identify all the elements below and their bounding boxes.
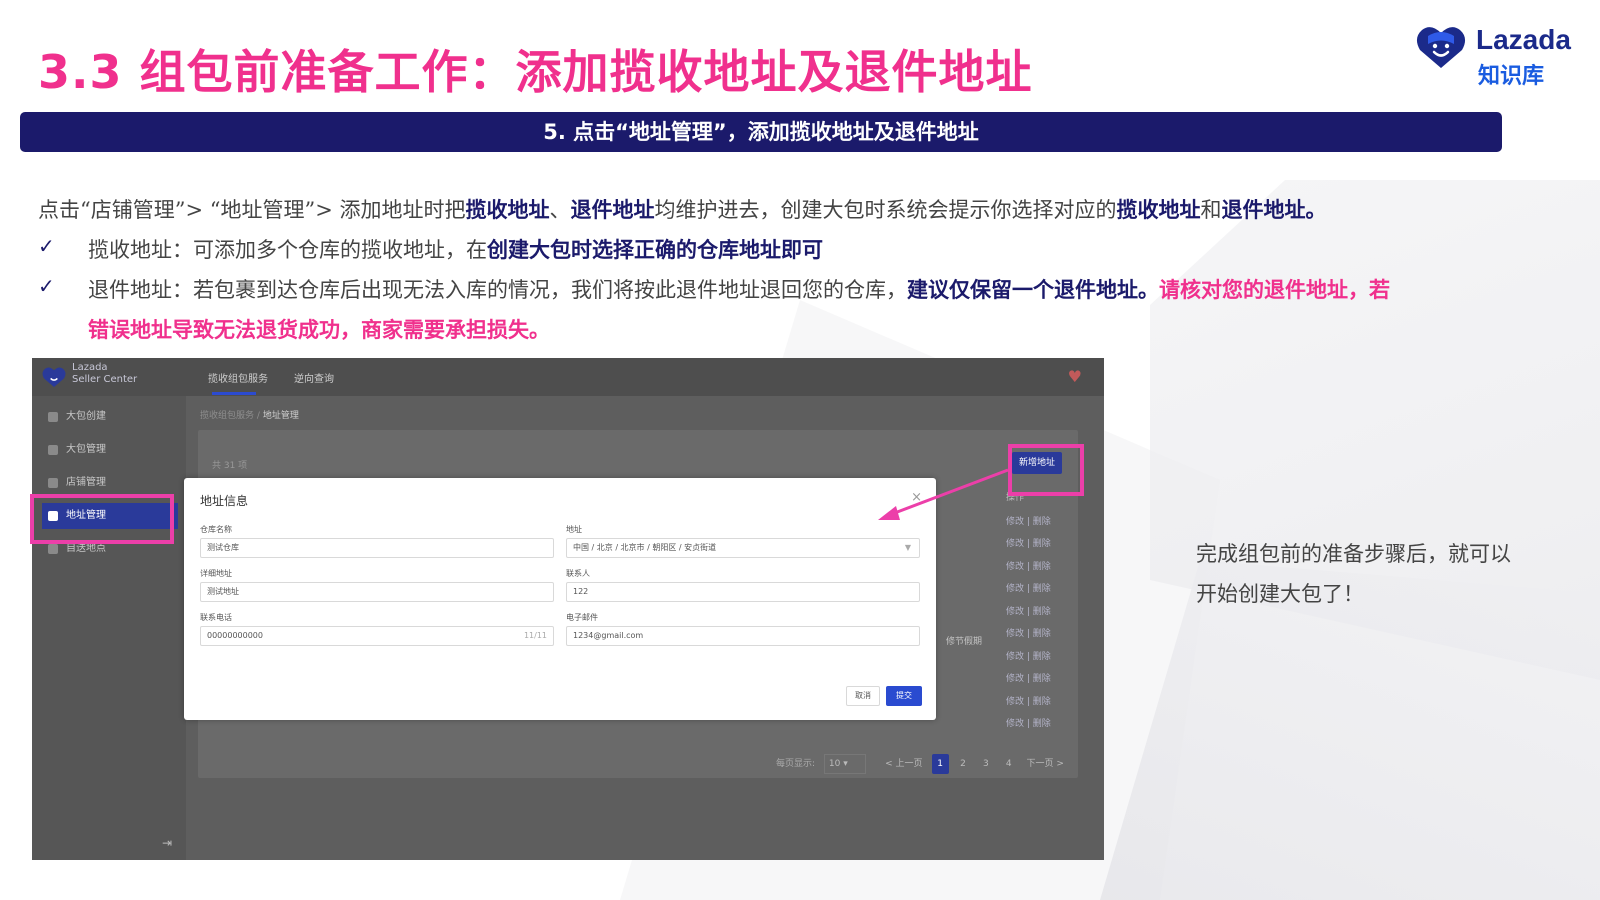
table-cell: 修节假期	[946, 637, 983, 647]
tab-pickup-service[interactable]: 揽收组包服务	[208, 370, 268, 385]
modal-title: 地址信息	[200, 494, 249, 508]
pagination: 每页显示: 10 ▾ < 上一页 1 2 3 4 下一页 >	[776, 754, 1067, 774]
sidebar-item-bag-create[interactable]: 大包创建	[42, 404, 178, 430]
top-nav: Lazada Seller Center 揽收组包服务 逆向查询 ♥	[32, 358, 1104, 396]
row-actions[interactable]: 修改 | 删除	[1006, 514, 1051, 527]
row-actions[interactable]: 修改 | 删除	[1006, 626, 1051, 639]
char-counter: 11/11	[523, 631, 547, 640]
chevron-down-icon: ▼	[904, 543, 911, 552]
row-actions[interactable]: 修改 | 删除	[1006, 716, 1051, 729]
user-avatar-icon[interactable]: ♥	[1068, 367, 1082, 386]
row-actions[interactable]: 修改 | 删除	[1006, 671, 1051, 684]
intro-text: 点击“店铺管理”> “地址管理”> 添加地址时把揽收地址、退件地址均维护进去，创…	[38, 198, 1327, 222]
contact-label: 联系人	[566, 569, 590, 578]
collapse-sidebar-icon[interactable]: ⇥	[162, 836, 172, 850]
phone-input[interactable]: 00000000000 11/11	[200, 626, 554, 646]
location-icon	[48, 544, 58, 554]
email-input[interactable]: 1234@gmail.com	[566, 626, 920, 646]
package-icon	[48, 445, 58, 455]
row-actions[interactable]: 修改 | 删除	[1006, 694, 1051, 707]
row-actions[interactable]: 修改 | 删除	[1006, 581, 1051, 594]
return-address-text: 退件地址：若包裹到达仓库后出现无法入库的情况，我们将按此退件地址退回您的仓库，建…	[88, 278, 1390, 302]
sidebar-item-store-manage[interactable]: 店铺管理	[42, 470, 178, 496]
page-button[interactable]: 1	[931, 754, 949, 774]
row-actions[interactable]: 修改 | 删除	[1006, 649, 1051, 662]
side-note-line: 开始创建大包了！	[1196, 582, 1364, 606]
side-note-line: 完成组包前的准备步骤后，就可以	[1196, 542, 1511, 566]
row-actions[interactable]: 修改 | 删除	[1006, 536, 1051, 549]
page-size-select[interactable]: 10 ▾	[823, 754, 866, 774]
pickup-address-text: 揽收地址：可添加多个仓库的揽收地址，在创建大包时选择正确的仓库地址即可	[88, 238, 823, 262]
prev-page-button[interactable]: < 上一页	[882, 754, 926, 774]
contact-input[interactable]: 122	[566, 582, 920, 602]
step-banner: 5. 点击“地址管理”，添加揽收地址及退件地址	[20, 112, 1502, 152]
row-actions[interactable]: 修改 | 删除	[1006, 604, 1051, 617]
row-actions[interactable]: 修改 | 删除	[1006, 559, 1051, 572]
store-icon	[48, 478, 58, 488]
active-tab-indicator	[212, 392, 256, 395]
lazada-heart-icon	[1416, 27, 1466, 69]
logo-name: Lazada	[1476, 24, 1571, 55]
breadcrumb: 揽收组包服务 / 地址管理	[200, 411, 299, 421]
address-info-modal: 地址信息 × 仓库名称 测试仓库 地址 中国 / 北京 / 北京市 / 朝阳区 …	[184, 478, 936, 720]
tab-reverse-query[interactable]: 逆向查询	[294, 370, 334, 385]
lazada-heart-icon	[42, 367, 66, 388]
logo-subtitle: 知识库	[1478, 64, 1545, 89]
page-title: 3.3 组包前准备工作：添加揽收地址及退件地址	[38, 45, 1033, 99]
return-address-warning: 错误地址导致无法退货成功，商家需要承担损失。	[88, 318, 550, 342]
highlight-address-manage	[30, 494, 174, 544]
detail-address-label: 详细地址	[200, 569, 232, 578]
warehouse-label: 仓库名称	[200, 525, 232, 534]
email-label: 电子邮件	[566, 613, 598, 622]
warehouse-name-input[interactable]: 测试仓库	[200, 538, 554, 558]
total-count: 共 31 项	[212, 461, 248, 471]
seller-center-screenshot: Lazada Seller Center 揽收组包服务 逆向查询 ♥ 大包创建 大…	[32, 358, 1104, 860]
sidebar: 大包创建 大包管理 店铺管理 地址管理 自送地点 ⇥	[32, 396, 186, 860]
box-icon	[48, 412, 58, 422]
page-button[interactable]: 2	[955, 754, 972, 774]
detail-address-input[interactable]: 测试地址	[200, 582, 554, 602]
check-icon: ✓	[38, 234, 55, 258]
next-page-button[interactable]: 下一页 >	[1023, 754, 1067, 774]
close-icon[interactable]: ×	[911, 490, 922, 505]
check-icon: ✓	[38, 274, 55, 298]
cancel-button[interactable]: 取消	[846, 686, 880, 706]
address-select[interactable]: 中国 / 北京 / 北京市 / 朝阳区 / 安贞街道 ▼	[566, 538, 920, 558]
address-label: 地址	[566, 525, 582, 534]
page-button[interactable]: 4	[1000, 754, 1017, 774]
sidebar-item-bag-manage[interactable]: 大包管理	[42, 437, 178, 463]
submit-button[interactable]: 提交	[886, 686, 922, 706]
highlight-add-address	[1008, 444, 1084, 496]
lazada-logo: Lazada 知识库	[1416, 22, 1586, 89]
page-button[interactable]: 3	[977, 754, 994, 774]
seller-center-brand: Lazada Seller Center	[72, 362, 138, 385]
phone-label: 联系电话	[200, 613, 232, 622]
